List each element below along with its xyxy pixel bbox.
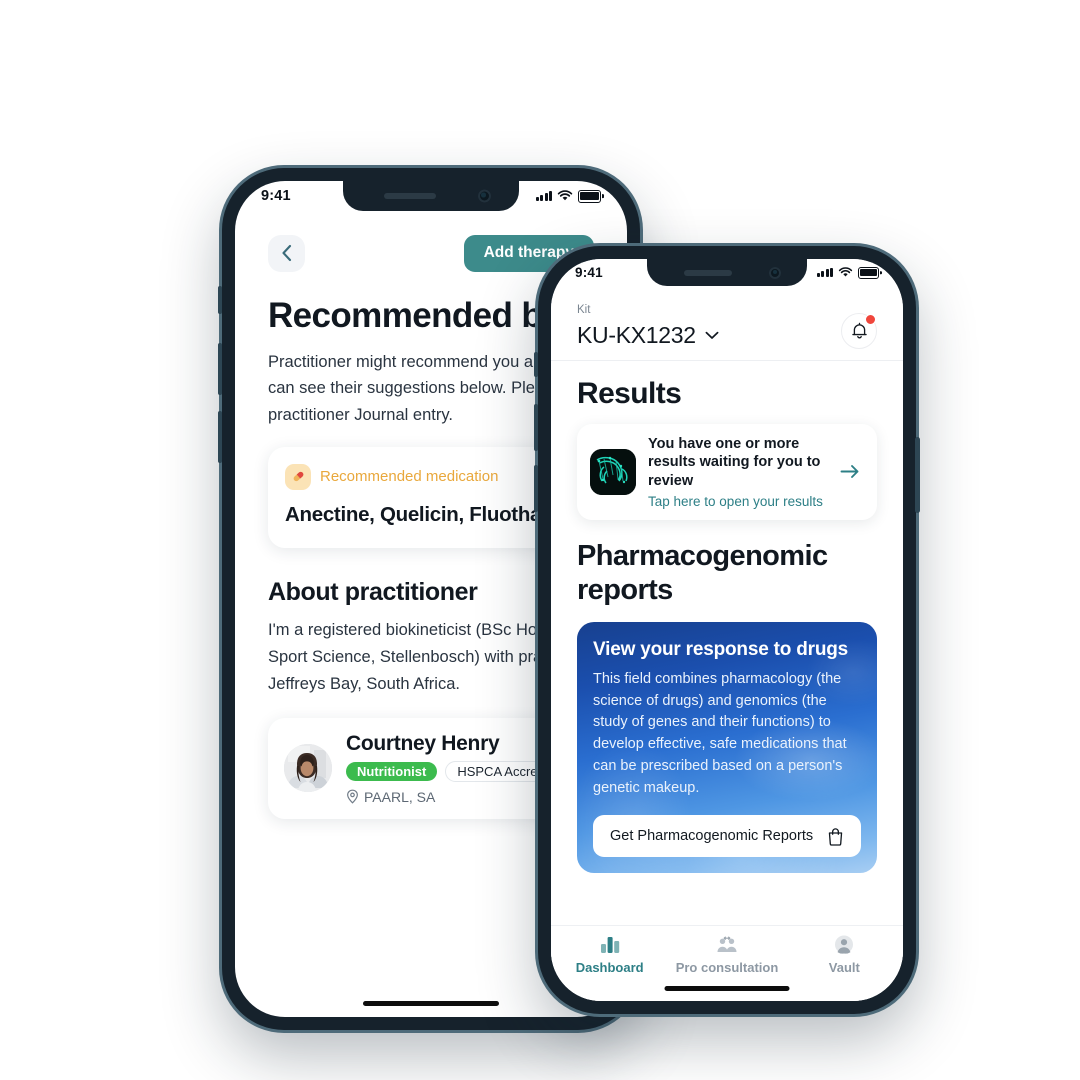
front-camera bbox=[477, 189, 491, 203]
dna-strand-thumbnail bbox=[590, 448, 636, 495]
notifications-button[interactable] bbox=[841, 312, 877, 349]
earpiece-speaker bbox=[683, 269, 732, 276]
cellular-bars-icon bbox=[535, 191, 552, 201]
shopping-bag-icon bbox=[828, 828, 843, 846]
practitioner-location-text: PAARL, SA bbox=[364, 788, 436, 805]
kit-label: Kit bbox=[577, 304, 591, 316]
volume-down-button[interactable] bbox=[218, 411, 222, 463]
results-notice-card[interactable]: You have one or more results waiting for… bbox=[577, 423, 877, 521]
cellular-bars-icon bbox=[816, 268, 833, 277]
front-phone-scroll[interactable]: Results You have one or more results wai… bbox=[551, 361, 903, 926]
get-reports-label: Get Pharmacogenomic Reports bbox=[610, 828, 814, 845]
kit-selector[interactable]: Kit KU-KX1232 bbox=[577, 304, 719, 349]
results-card-title: You have one or more results waiting for… bbox=[648, 435, 821, 490]
front-camera bbox=[769, 266, 782, 279]
bell-icon bbox=[851, 322, 867, 338]
front-phone-device: 9:41 Kit KU-KX1232 Results You have one … bbox=[534, 246, 920, 1014]
arrow-right-icon[interactable] bbox=[840, 461, 864, 483]
tab-pro-consultation-label: Pro consultation bbox=[675, 960, 779, 975]
status-badge-role: Nutritionist bbox=[346, 761, 438, 781]
recommended-medication-label: Recommended medication bbox=[320, 468, 499, 486]
pharmacogenomic-heading: Pharmacogenomic reports bbox=[577, 540, 828, 606]
chevron-left-icon bbox=[281, 244, 291, 262]
person-circle-icon bbox=[835, 935, 854, 954]
home-indicator[interactable] bbox=[363, 1001, 499, 1006]
back-button[interactable] bbox=[268, 234, 305, 272]
get-pharmacogenomic-reports-button[interactable]: Get Pharmacogenomic Reports bbox=[593, 815, 861, 858]
front-phone-content: Kit KU-KX1232 Results You have one or mo… bbox=[551, 259, 903, 1001]
power-button[interactable] bbox=[915, 437, 920, 513]
kit-value: KU-KX1232 bbox=[577, 321, 696, 348]
notification-badge-dot bbox=[865, 313, 876, 325]
mute-switch[interactable] bbox=[218, 286, 222, 314]
chevron-down-icon bbox=[705, 331, 719, 339]
results-heading: Results bbox=[577, 376, 682, 410]
volume-up-button[interactable] bbox=[534, 404, 538, 451]
map-pin-icon bbox=[347, 789, 358, 804]
tab-dashboard[interactable]: Dashboard bbox=[551, 935, 668, 975]
tab-pro-consultation[interactable]: Pro consultation bbox=[668, 935, 785, 975]
status-clock: 9:41 bbox=[575, 265, 603, 280]
pill-icon bbox=[285, 463, 311, 490]
notch bbox=[647, 259, 807, 286]
wifi-icon bbox=[838, 267, 853, 277]
battery-icon bbox=[578, 189, 601, 203]
tab-vault[interactable]: Vault bbox=[786, 935, 903, 975]
pharmacogenomic-card-body: This field combines pharmacology (the sc… bbox=[593, 670, 847, 796]
front-phone-screen: 9:41 Kit KU-KX1232 Results You have one … bbox=[551, 259, 903, 1001]
pharmacogenomic-card-title: View your response to drugs bbox=[593, 638, 849, 660]
status-clock: 9:41 bbox=[261, 188, 291, 204]
home-indicator[interactable] bbox=[664, 986, 790, 991]
tab-dashboard-label: Dashboard bbox=[575, 960, 644, 975]
screenshot-canvas: 9:41 Add therapy Recommended Practitione… bbox=[0, 0, 1080, 1080]
results-card-subtitle: Tap here to open your results bbox=[648, 494, 823, 510]
pharmacogenomic-card[interactable]: View your response to drugs This field c… bbox=[577, 621, 877, 874]
volume-down-button[interactable] bbox=[534, 465, 538, 512]
mute-switch[interactable] bbox=[534, 352, 538, 377]
people-icon bbox=[717, 936, 737, 952]
volume-up-button[interactable] bbox=[218, 343, 222, 395]
bar-chart-icon bbox=[600, 937, 619, 953]
tab-vault-label: Vault bbox=[828, 960, 860, 975]
battery-icon bbox=[858, 266, 879, 279]
earpiece-speaker bbox=[383, 193, 436, 199]
wifi-icon bbox=[557, 190, 573, 201]
back-phone-topbar: Add therapy bbox=[268, 233, 594, 273]
notch bbox=[343, 181, 519, 211]
avatar bbox=[284, 744, 332, 793]
